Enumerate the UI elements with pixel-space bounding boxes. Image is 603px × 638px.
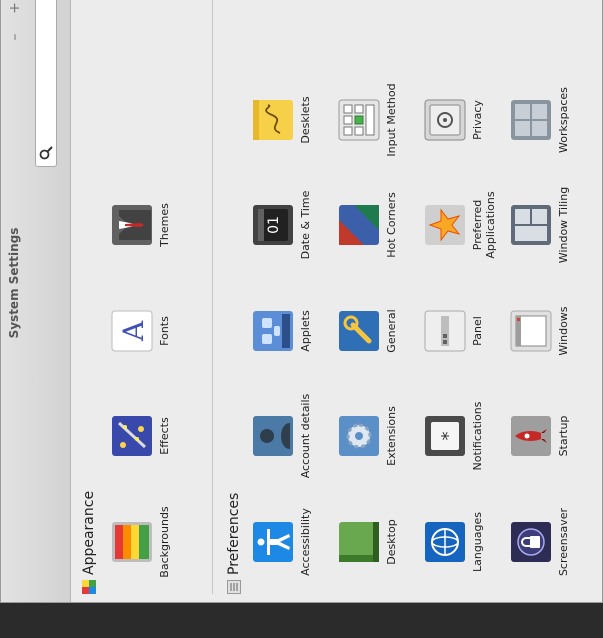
wrench-icon bbox=[339, 311, 379, 351]
svg-text:A: A bbox=[117, 320, 150, 342]
tile-label: Hot Corners bbox=[385, 192, 398, 258]
svg-text:01: 01 bbox=[266, 216, 282, 234]
accessibility-icon bbox=[253, 522, 293, 562]
maximize-button[interactable]: + bbox=[6, 0, 24, 17]
section-header-preferences: Preferences bbox=[222, 493, 246, 594]
tile-label: Preferred Applications bbox=[471, 191, 497, 259]
section-title-appearance: Appearance bbox=[81, 490, 97, 575]
account-details-icon bbox=[253, 416, 293, 456]
tile-privacy[interactable]: Privacy bbox=[422, 81, 508, 159]
svg-text:*: * bbox=[438, 432, 459, 441]
tile-accessibility[interactable]: Accessibility bbox=[250, 503, 336, 581]
section-appearance: Appearance Backgrounds Effects A Fonts T… bbox=[71, 0, 211, 602]
tile-label: Applets bbox=[299, 310, 312, 352]
tile-input-method[interactable]: Input Method bbox=[336, 81, 422, 159]
tile-windows[interactable]: Windows bbox=[508, 292, 594, 370]
tile-label: Screensaver bbox=[557, 507, 570, 577]
window-tiling-icon bbox=[511, 205, 551, 245]
tile-account-details[interactable]: Account details bbox=[250, 394, 336, 478]
tile-label: Notifications bbox=[471, 401, 484, 471]
preferences-category-icon bbox=[227, 580, 241, 594]
safe-icon bbox=[424, 99, 466, 141]
tile-label: Extensions bbox=[385, 406, 398, 466]
minimize-button[interactable]: – bbox=[6, 28, 24, 46]
tile-general[interactable]: General bbox=[336, 292, 422, 370]
window-controls: – + × bbox=[6, 0, 24, 46]
calendar-icon: 01 bbox=[253, 205, 293, 245]
section-title-preferences: Preferences bbox=[226, 492, 242, 575]
section-preferences: Preferences Accessibility Account detail… bbox=[216, 0, 603, 602]
fonts-icon: A bbox=[111, 310, 153, 352]
workspaces-icon bbox=[511, 100, 551, 140]
tile-extensions[interactable]: Extensions bbox=[336, 397, 422, 475]
appearance-category-icon bbox=[82, 580, 96, 594]
tile-label: Desklets bbox=[299, 96, 312, 144]
backgrounds-icon bbox=[112, 522, 152, 562]
tile-label: Input Method bbox=[385, 83, 398, 157]
tile-screensaver[interactable]: Screensaver bbox=[508, 503, 594, 581]
tile-languages[interactable]: Languages bbox=[422, 503, 508, 581]
tile-date-time[interactable]: 01 Date & Time bbox=[250, 186, 336, 264]
tile-notifications[interactable]: * Notifications bbox=[422, 397, 508, 475]
tile-label: Accessibility bbox=[299, 508, 312, 576]
hot-corners-icon bbox=[339, 205, 379, 245]
system-settings-window: System Settings – + × bbox=[0, 0, 603, 603]
window-title: System Settings bbox=[7, 227, 21, 339]
search-input[interactable] bbox=[38, 0, 54, 142]
tile-label: Fonts bbox=[158, 316, 171, 346]
tile-label: Panel bbox=[471, 316, 484, 346]
tile-label: Privacy bbox=[471, 100, 484, 140]
search-box[interactable] bbox=[35, 0, 57, 167]
tile-label: Desktop bbox=[385, 519, 398, 565]
effects-icon bbox=[112, 416, 152, 456]
rocket-icon bbox=[511, 416, 551, 456]
themes-icon bbox=[112, 205, 152, 245]
tile-preferred-applications[interactable]: Preferred Applications bbox=[422, 186, 508, 264]
tile-label: Themes bbox=[158, 203, 171, 247]
section-header-appearance: Appearance bbox=[77, 491, 101, 594]
screen: System Settings – + × bbox=[0, 0, 603, 638]
tile-label: Languages bbox=[471, 511, 484, 573]
tile-fonts[interactable]: A Fonts bbox=[109, 292, 195, 370]
star-icon bbox=[425, 205, 465, 245]
tile-label: Effects bbox=[158, 417, 171, 455]
tile-label: Backgrounds bbox=[158, 506, 171, 578]
tile-themes[interactable]: Themes bbox=[109, 186, 195, 264]
tile-workspaces[interactable]: Workspaces bbox=[508, 81, 594, 159]
tile-desktop[interactable]: Desktop bbox=[336, 503, 422, 581]
window-icon bbox=[510, 310, 552, 352]
applets-icon bbox=[253, 311, 293, 351]
panel-icon bbox=[424, 310, 466, 352]
desktop-icon bbox=[339, 522, 379, 562]
tile-startup[interactable]: Startup bbox=[508, 397, 594, 475]
tile-window-tiling[interactable]: Window Tiling bbox=[508, 186, 594, 264]
keyboard-icon bbox=[338, 99, 380, 141]
tile-hot-corners[interactable]: Hot Corners bbox=[336, 186, 422, 264]
tile-label: Workspaces bbox=[557, 87, 570, 153]
tile-backgrounds[interactable]: Backgrounds bbox=[109, 503, 195, 581]
tile-label: Date & Time bbox=[299, 190, 312, 260]
desklets-icon bbox=[253, 100, 293, 140]
tile-desklets[interactable]: Desklets bbox=[250, 81, 336, 159]
tile-applets[interactable]: Applets bbox=[250, 292, 336, 370]
notifications-icon: * bbox=[425, 416, 465, 456]
globe-icon bbox=[425, 522, 465, 562]
gear-icon bbox=[339, 416, 379, 456]
lock-icon bbox=[511, 522, 551, 562]
settings-content: Appearance Backgrounds Effects A Fonts T… bbox=[71, 0, 603, 602]
tile-label: Windows bbox=[557, 306, 570, 356]
search-icon[interactable] bbox=[38, 145, 54, 161]
tile-label: General bbox=[385, 309, 398, 353]
tile-label: Window Tiling bbox=[557, 186, 570, 264]
tile-label: Account details bbox=[299, 393, 312, 479]
titlebar: System Settings – + × bbox=[1, 0, 71, 602]
tile-effects[interactable]: Effects bbox=[109, 397, 195, 475]
tile-panel[interactable]: Panel bbox=[422, 292, 508, 370]
tile-label: Startup bbox=[557, 415, 570, 457]
section-divider bbox=[212, 0, 213, 594]
